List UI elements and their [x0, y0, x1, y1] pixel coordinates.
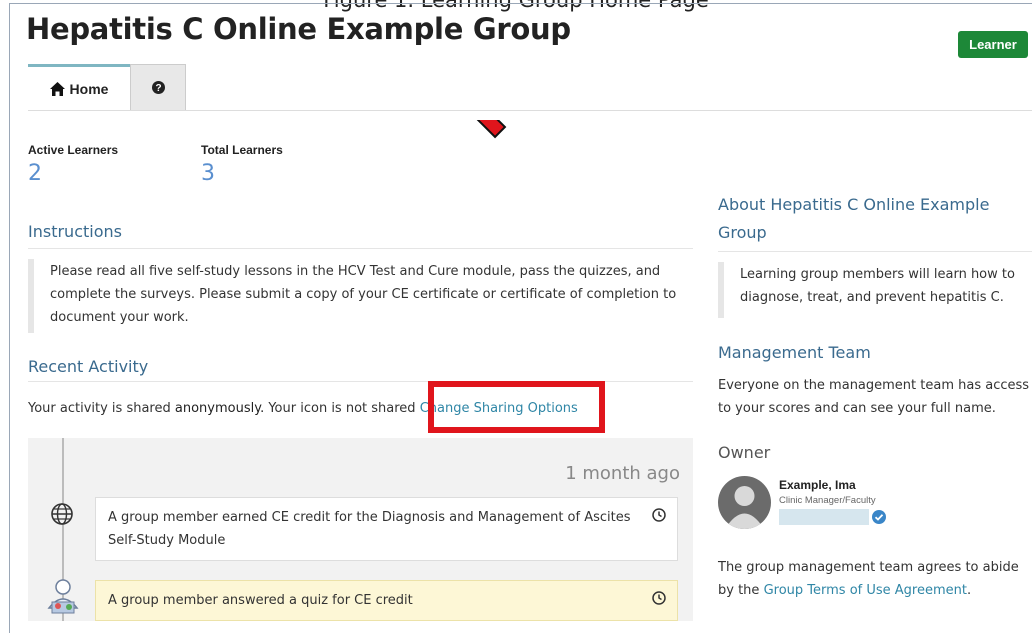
owner-role: Clinic Manager/Faculty [779, 495, 876, 506]
about-text-line: Learning group members will learn how to [740, 267, 1015, 282]
verified-check-icon [872, 510, 886, 524]
svg-text:?: ? [155, 83, 161, 94]
sharing-prefix: Your activity is shared [28, 401, 171, 416]
owner-info-bar [779, 509, 869, 525]
terms-line-2: by the Group Terms of Use Agreement. [718, 579, 1019, 602]
management-text-line: to your scores and can see your full nam… [718, 401, 996, 416]
terms-prefix: by the [718, 583, 760, 598]
home-icon [49, 81, 65, 96]
activity-item: A group member answered a quiz for CE cr… [95, 580, 678, 621]
about-heading: About Hepatitis C Online Example Group [718, 191, 989, 247]
instructions-line: complete the surveys. Please submit a co… [50, 287, 677, 302]
active-learners-label: Active Learners [28, 143, 119, 157]
activity-item: A group member earned CE credit for the … [95, 497, 678, 561]
tab-help[interactable]: ? [130, 64, 186, 110]
activity-time-ago: 1 month ago [565, 463, 680, 484]
quiz-icon [47, 579, 79, 614]
tab-home[interactable]: Home [28, 64, 130, 110]
clock-icon [652, 591, 666, 605]
avatar[interactable] [718, 476, 771, 529]
page-title: Hepatitis C Online Example Group [26, 12, 571, 46]
sharing-mode: anonymously. [174, 401, 265, 416]
terms-line: The group management team agrees to abid… [718, 560, 1019, 575]
instructions-line: document your work. [50, 310, 189, 325]
clock-icon [652, 508, 666, 522]
total-learners-stat: Total Learners 3 [201, 143, 283, 186]
about-heading-line: About Hepatitis C Online Example [718, 195, 990, 214]
user-silhouette-icon [725, 486, 764, 529]
recent-activity-heading: Recent Activity [28, 357, 149, 376]
instructions-line: Please read all five self-study lessons … [50, 264, 661, 279]
management-text-line: Everyone on the management team has acce… [718, 378, 1030, 393]
about-text-line: diagnose, treat, and prevent hepatitis C… [740, 290, 1004, 305]
instructions-heading: Instructions [28, 222, 122, 241]
terms-of-use-link[interactable]: Group Terms of Use Agreement [764, 583, 967, 598]
about-text: Learning group members will learn how to… [718, 262, 1032, 318]
tab-home-label: Home [69, 80, 109, 97]
help-icon: ? [151, 81, 165, 94]
instructions-divider [28, 248, 693, 249]
owner-name[interactable]: Example, Ima [779, 478, 856, 492]
about-divider [718, 251, 1032, 252]
about-heading-line: Group [718, 223, 767, 242]
terms-text: The group management team agrees to abid… [718, 556, 1019, 602]
active-learners-value: 2 [28, 161, 42, 186]
role-badge: Learner [958, 31, 1028, 58]
owner-heading: Owner [718, 443, 771, 462]
management-heading: Management Team [718, 343, 871, 362]
terms-suffix: . [966, 583, 972, 598]
annotation-highlight-box [428, 381, 605, 433]
activity-item-text: A group member earned CE credit for the … [108, 510, 631, 525]
instructions-text: Please read all five self-study lessons … [28, 259, 693, 333]
management-text: Everyone on the management team has acce… [718, 374, 1029, 420]
activity-item-text: Self-Study Module [108, 533, 226, 548]
activity-item-text: A group member answered a quiz for CE cr… [108, 593, 413, 608]
sharing-icon-status: Your icon is not shared [268, 401, 416, 416]
active-learners-stat: Active Learners 2 [28, 143, 118, 186]
total-learners-label: Total Learners [201, 143, 283, 157]
total-learners-value: 3 [201, 161, 215, 186]
tab-divider [28, 110, 1032, 111]
globe-icon [51, 503, 73, 525]
annotation-arrow [408, 120, 507, 139]
